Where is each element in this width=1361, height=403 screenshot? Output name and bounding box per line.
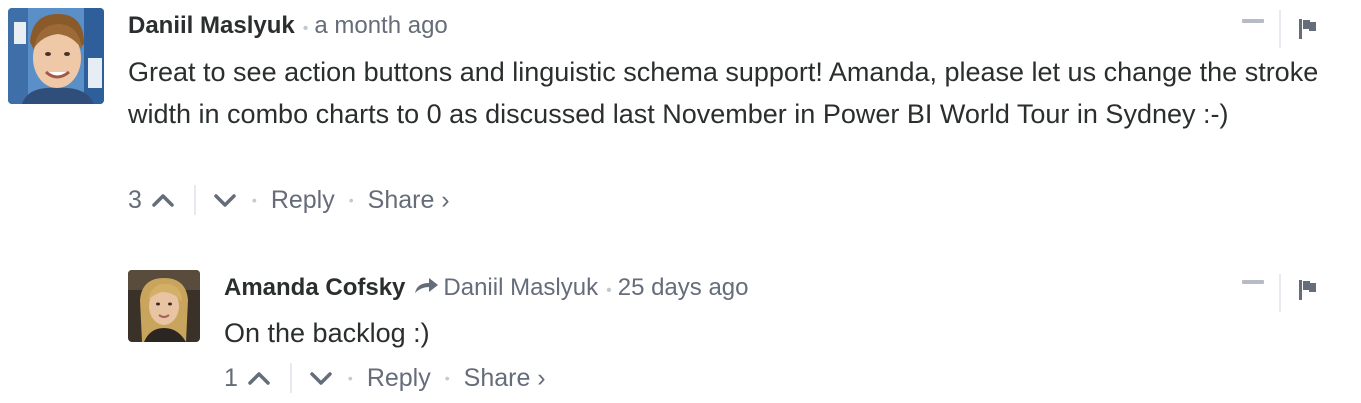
- vote-divider: [289, 363, 292, 393]
- header-divider: [1279, 274, 1281, 312]
- timestamp[interactable]: a month ago: [314, 12, 447, 40]
- flag-icon[interactable]: [1299, 280, 1317, 300]
- vote-count: 1: [224, 363, 238, 392]
- header-divider: [1279, 10, 1281, 48]
- comment-body: Great to see action buttons and linguist…: [128, 57, 1319, 129]
- footer-separator: •: [347, 370, 353, 386]
- avatar-photo-amanda: [128, 270, 200, 342]
- timestamp[interactable]: 25 days ago: [618, 274, 749, 302]
- chevron-down-icon: [310, 372, 332, 385]
- upvote-button[interactable]: [150, 187, 176, 213]
- chevron-up-icon: [152, 194, 174, 207]
- vote-divider: [193, 185, 196, 215]
- reply-button[interactable]: Reply: [367, 364, 431, 393]
- downvote-button[interactable]: [308, 365, 334, 391]
- avatar[interactable]: [8, 8, 104, 104]
- footer-separator: •: [444, 370, 450, 386]
- comment-header: Daniil Maslyuk • a month ago: [128, 12, 448, 40]
- author-name[interactable]: Amanda Cofsky: [224, 274, 405, 302]
- share-button[interactable]: Share ›: [464, 364, 546, 393]
- comment-footer: 1 • Reply • Share ›: [224, 362, 546, 394]
- collapse-icon[interactable]: [1242, 19, 1264, 23]
- footer-separator: •: [251, 192, 257, 208]
- comment-header: Amanda Cofsky Daniil Maslyuk • 25 days a…: [224, 274, 749, 302]
- upvote-button[interactable]: [246, 365, 272, 391]
- meta-separator: •: [302, 20, 309, 37]
- collapse-icon[interactable]: [1242, 280, 1264, 284]
- chevron-down-icon: [214, 194, 236, 207]
- downvote-button[interactable]: [212, 187, 238, 213]
- reply-arrow-icon: [415, 278, 439, 293]
- avatar[interactable]: [128, 270, 200, 342]
- author-name[interactable]: Daniil Maslyuk: [128, 12, 295, 40]
- reply-button[interactable]: Reply: [271, 186, 335, 215]
- chevron-up-icon: [248, 372, 270, 385]
- flag-icon[interactable]: [1299, 19, 1317, 39]
- share-button[interactable]: Share ›: [368, 186, 450, 215]
- in-reply-to-link[interactable]: Daniil Maslyuk: [443, 274, 598, 302]
- comment-amanda: Amanda Cofsky Daniil Maslyuk • 25 days a…: [0, 260, 1361, 403]
- avatar-photo-daniil: [8, 8, 104, 104]
- comment-footer: 3 • Reply • Share ›: [128, 184, 450, 216]
- meta-separator: •: [606, 282, 612, 299]
- footer-separator: •: [348, 192, 354, 208]
- comment-body: On the backlog :): [224, 318, 430, 348]
- comment-daniil: Daniil Maslyuk • a month ago Great to se…: [0, 0, 1361, 230]
- vote-count: 3: [128, 185, 142, 214]
